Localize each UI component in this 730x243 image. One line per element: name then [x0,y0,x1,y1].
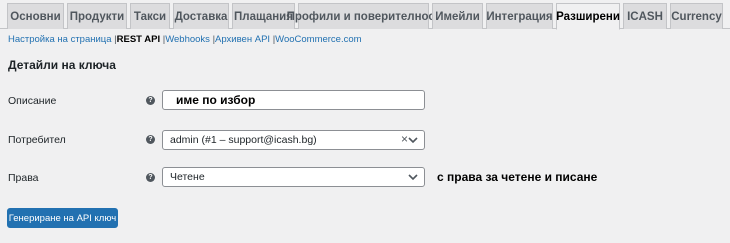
tab-shipping[interactable]: Доставка [173,3,229,29]
tab-integration[interactable]: Интеграция [486,3,553,29]
description-label: Описание [8,95,57,107]
subnav-woocommerce-com[interactable]: WooCommerce.com [275,34,361,45]
permissions-select-value: Четене [170,171,205,183]
tab-accounts-privacy[interactable]: Профили и поверителност [287,3,440,29]
subnav-webhooks[interactable]: Webhooks [165,34,210,45]
user-select[interactable]: admin (#1 – support@icash.bg) × [162,130,425,150]
user-label: Потребител [8,134,66,146]
advanced-subnav: Настройка на страница |REST API |Webhook… [8,34,362,45]
tab-emails[interactable]: Имейли [432,3,483,29]
tab-payments[interactable]: Плащания [232,3,295,29]
permissions-note: с права за четене и писане [437,170,598,184]
help-icon[interactable]: ? [146,96,155,105]
tab-tax[interactable]: Такси [130,3,170,29]
help-icon[interactable]: ? [146,135,155,144]
help-icon[interactable]: ? [146,173,155,182]
tab-icash[interactable]: ICASH [623,3,667,29]
tab-currency[interactable]: Currency [670,3,723,29]
subnav-rest-api[interactable]: REST API [117,34,160,45]
subnav-page-setup[interactable]: Настройка на страница [8,34,112,45]
tab-advanced[interactable]: Разширени [556,3,620,30]
user-select-value: admin (#1 – support@icash.bg) [170,134,317,146]
permissions-select[interactable]: Четене [162,167,425,187]
tab-products[interactable]: Продукти [67,3,127,29]
generate-api-key-button[interactable]: Генериране на API ключ [7,208,118,228]
chevron-down-icon [408,174,418,181]
permissions-label: Права [8,172,39,184]
chevron-down-icon [408,137,418,144]
description-input[interactable]: име по избор [162,90,425,110]
settings-tabs: Основни Продукти Такси Доставка Плащания… [0,0,730,30]
subnav-legacy-api[interactable]: Архивен API [215,34,270,45]
section-title: Детайли на ключа [8,58,116,72]
tab-general[interactable]: Основни [7,3,64,29]
